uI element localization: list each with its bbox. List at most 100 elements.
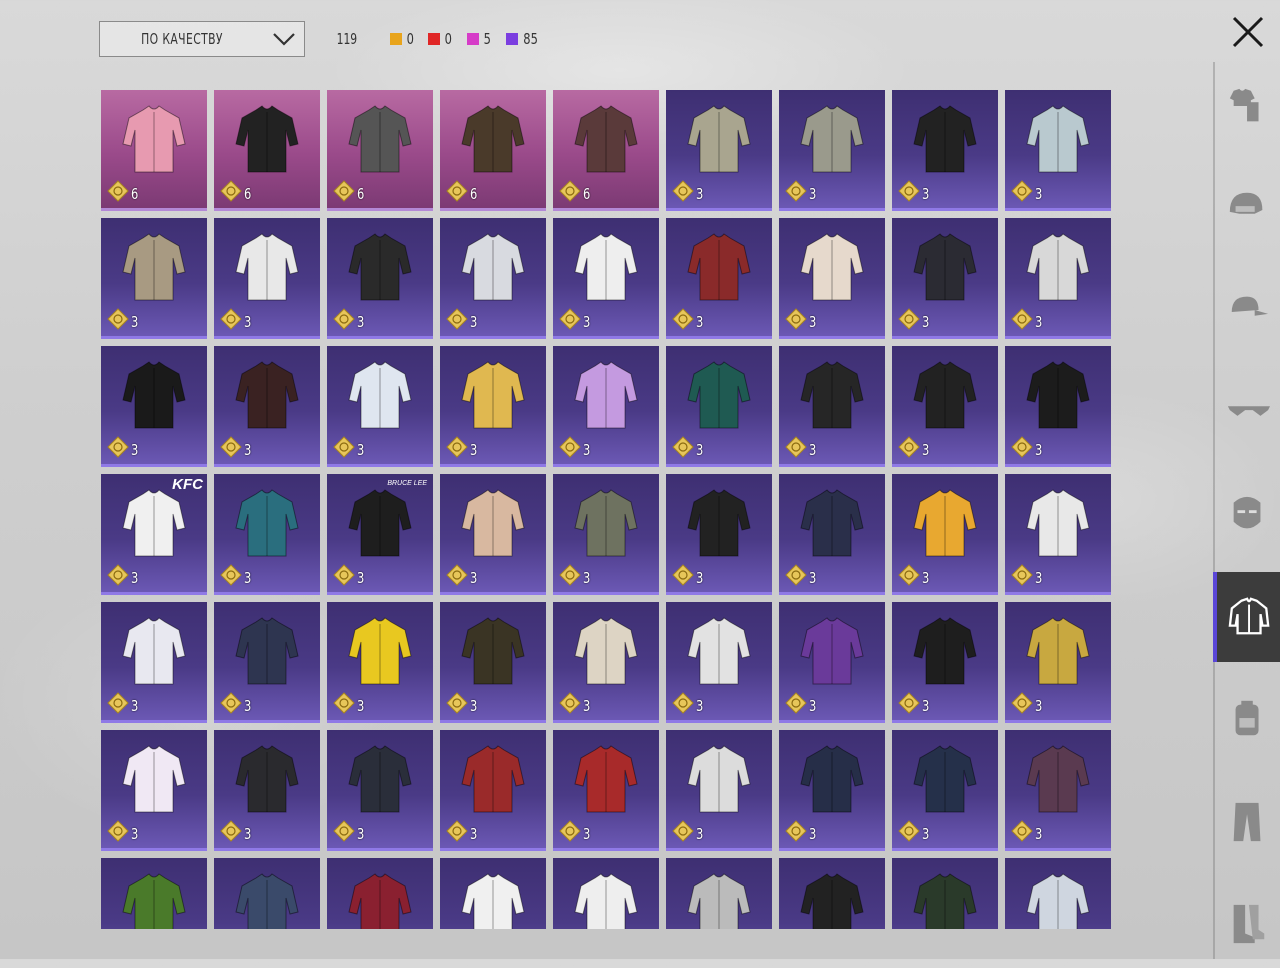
item-card[interactable]: 3 — [666, 218, 772, 339]
coupon-icon — [107, 436, 129, 458]
dark-track-jacket-icon — [348, 745, 412, 813]
item-card[interactable] — [666, 858, 772, 929]
coupon-count: 3 — [131, 441, 139, 459]
item-card[interactable] — [440, 858, 546, 929]
item-card[interactable]: 3 — [1005, 474, 1111, 595]
item-card[interactable]: 3 — [779, 90, 885, 211]
item-card[interactable]: 6 — [101, 90, 207, 211]
item-card[interactable]: 3 — [666, 474, 772, 595]
item-card[interactable]: 3 — [440, 474, 546, 595]
rarity-count: 85 — [505, 30, 539, 48]
item-card[interactable]: 3 — [1005, 90, 1111, 211]
silver-shirt-icon — [687, 873, 751, 929]
item-card[interactable]: KFC 3 — [101, 474, 207, 595]
black-crop-hoodie-icon — [1026, 361, 1090, 429]
item-card[interactable]: 3 — [440, 218, 546, 339]
item-card[interactable]: 3 — [1005, 218, 1111, 339]
item-card[interactable]: 3 — [553, 346, 659, 467]
item-card[interactable]: 6 — [553, 90, 659, 211]
sidebar-item-pants[interactable] — [1215, 776, 1280, 866]
item-card[interactable]: 3 — [553, 218, 659, 339]
item-card[interactable]: 6 — [214, 90, 320, 211]
item-card[interactable]: 3 — [327, 218, 433, 339]
item-card[interactable] — [892, 858, 998, 929]
coupon-icon — [220, 564, 242, 586]
item-card[interactable]: 3 — [779, 730, 885, 851]
item-card[interactable]: 3 — [779, 602, 885, 723]
item-card[interactable]: 3 — [892, 90, 998, 211]
item-card[interactable]: 3 — [327, 602, 433, 723]
sidebar-item-eyewear[interactable] — [1215, 368, 1280, 458]
coupon-icon — [446, 436, 468, 458]
item-card[interactable]: 3 — [779, 346, 885, 467]
backpack-icon — [1235, 700, 1259, 736]
item-card[interactable]: 3 — [440, 346, 546, 467]
item-card[interactable]: 3 — [666, 90, 772, 211]
item-card[interactable]: 3 — [327, 346, 433, 467]
sidebar-item-outfit[interactable] — [1215, 62, 1280, 152]
white-sleeveless-shirt-icon — [348, 361, 412, 429]
item-card[interactable]: 3 — [553, 474, 659, 595]
holiday-sweater-icon — [122, 617, 186, 685]
item-card[interactable]: 6 — [327, 90, 433, 211]
coupon-icon — [446, 564, 468, 586]
item-card[interactable]: 3 — [1005, 730, 1111, 851]
item-card[interactable] — [214, 858, 320, 929]
item-card[interactable]: 3 — [892, 346, 998, 467]
sidebar-item-helmet[interactable] — [1215, 164, 1280, 254]
item-card[interactable]: 3 — [779, 218, 885, 339]
cream-fleece-jacket-icon — [800, 233, 864, 301]
item-card[interactable] — [327, 858, 433, 929]
coupon-icon — [559, 308, 581, 330]
close-button[interactable] — [1228, 12, 1268, 52]
item-card[interactable]: 3 — [1005, 602, 1111, 723]
sidebar-item-backpack[interactable] — [1215, 674, 1280, 764]
item-card[interactable]: 3 — [214, 346, 320, 467]
item-card[interactable]: 3 — [892, 474, 998, 595]
coupon-icon — [785, 436, 807, 458]
coupon-icon — [672, 308, 694, 330]
item-card[interactable]: 3 — [101, 602, 207, 723]
sidebar-item-shoes[interactable] — [1215, 878, 1280, 968]
item-card[interactable]: 3 — [327, 730, 433, 851]
item-card[interactable] — [779, 858, 885, 929]
item-card[interactable]: 3 — [666, 602, 772, 723]
item-card[interactable]: 3 — [553, 730, 659, 851]
item-card[interactable]: 3 — [666, 346, 772, 467]
item-card[interactable]: 3 — [214, 474, 320, 595]
winner-chicken-tshirt-icon — [122, 361, 186, 429]
sidebar-item-tops[interactable] — [1213, 572, 1280, 662]
item-card[interactable]: BRUCE LEE 3 — [327, 474, 433, 595]
item-card[interactable] — [1005, 858, 1111, 929]
item-card[interactable]: 3 — [214, 218, 320, 339]
item-card[interactable] — [101, 858, 207, 929]
teal-graphic-tshirt-icon — [235, 489, 299, 557]
black-vest-icon — [913, 361, 977, 429]
item-card[interactable]: 3 — [101, 730, 207, 851]
black-hoodie-icon — [235, 105, 299, 173]
item-card[interactable]: 3 — [553, 602, 659, 723]
coupon-count: 3 — [922, 441, 930, 459]
coupon-icon — [446, 692, 468, 714]
item-card[interactable]: 3 — [214, 602, 320, 723]
floral-shirt-icon — [1026, 105, 1090, 173]
item-card[interactable]: 3 — [440, 730, 546, 851]
item-card[interactable]: 3 — [892, 218, 998, 339]
sidebar-item-mask[interactable] — [1215, 470, 1280, 560]
item-card[interactable]: 3 — [101, 218, 207, 339]
coupon-count: 3 — [470, 441, 478, 459]
item-card[interactable]: 3 — [101, 346, 207, 467]
item-card[interactable]: 6 — [440, 90, 546, 211]
item-card[interactable]: 3 — [892, 602, 998, 723]
item-card[interactable]: 3 — [214, 730, 320, 851]
item-card[interactable]: 3 — [440, 602, 546, 723]
item-card[interactable] — [553, 858, 659, 929]
coupon-icon — [107, 564, 129, 586]
sort-dropdown[interactable]: ПО КАЧЕСТВУ — [99, 21, 305, 57]
item-card[interactable]: 3 — [779, 474, 885, 595]
item-card[interactable]: 3 — [892, 730, 998, 851]
coupon-count: 6 — [357, 185, 365, 203]
item-card[interactable]: 3 — [666, 730, 772, 851]
sidebar-item-hat[interactable] — [1215, 266, 1280, 356]
item-card[interactable]: 3 — [1005, 346, 1111, 467]
